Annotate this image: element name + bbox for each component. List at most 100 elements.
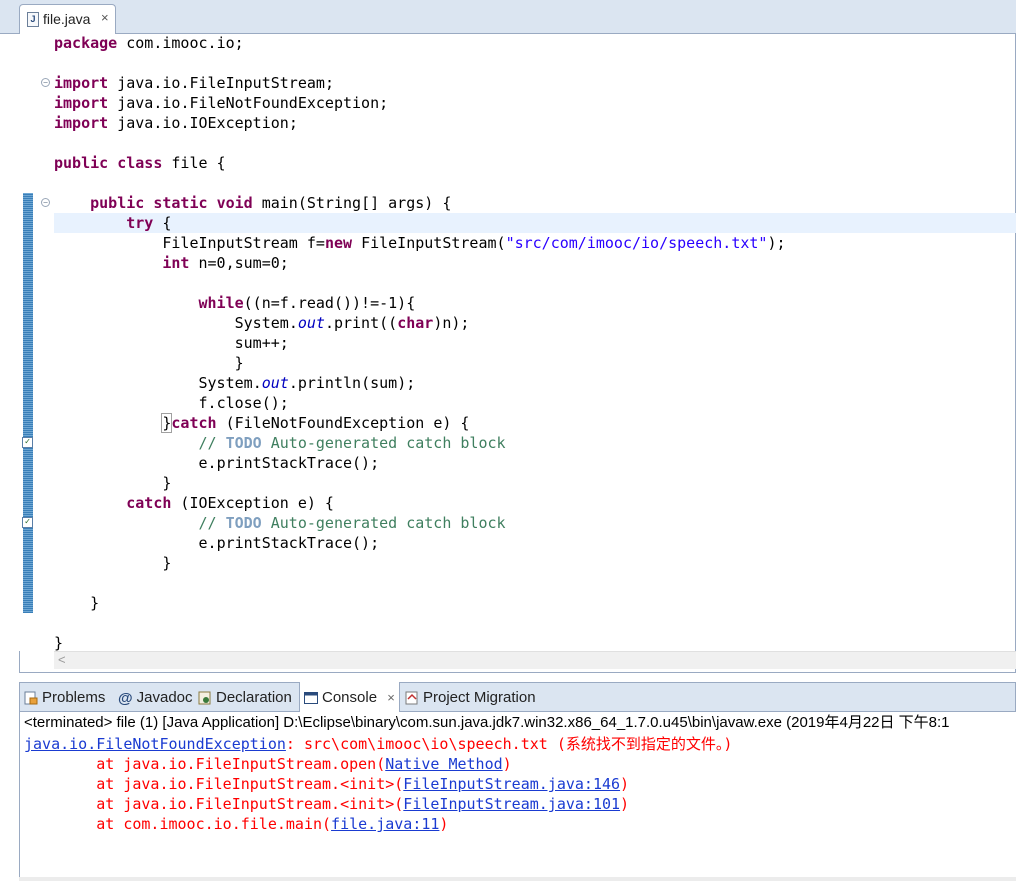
task-marker-icon[interactable]: ✓ [22, 517, 33, 528]
fold-column [36, 34, 50, 651]
tab-declaration[interactable]: Declaration [198, 683, 292, 712]
code-text: [] [361, 194, 389, 212]
console-output[interactable]: java.io.FileNotFoundException: src\com\i… [24, 734, 732, 834]
stack-line: at java.io.FileInputStream.open(Native M… [24, 755, 511, 773]
code-text: ; [324, 74, 334, 92]
code-keyword: public [90, 194, 145, 212]
code-text: } [54, 554, 172, 572]
code-line: }catch (FileNotFoundException e) { [54, 413, 469, 433]
code-text: . [207, 34, 217, 52]
code-text: . [288, 314, 298, 332]
code-text: = [315, 234, 325, 252]
code-line: e.printStackTrace(); [54, 454, 380, 472]
horizontal-scrollbar[interactable]: < [54, 651, 1016, 669]
code-text: ( [216, 414, 235, 432]
code-text: printStackTrace [216, 454, 353, 472]
code-text: = [270, 294, 280, 312]
code-text: java [117, 74, 154, 92]
tab-label: Javadoc [136, 689, 193, 706]
editor-tab-bar: J file.java × [0, 0, 1016, 34]
tab-project-migration[interactable]: Project Migration [405, 683, 536, 712]
tab-label: Project Migration [423, 689, 536, 706]
stack-link[interactable]: file.java:11 [331, 815, 439, 833]
tab-problems[interactable]: Problems [24, 683, 105, 712]
code-keyword: char [397, 314, 434, 332]
code-text: n [198, 254, 208, 272]
stack-line: at com.imooc.io.file.main(file.java:11) [24, 815, 448, 833]
stack-text: at java.io.FileInputStream.<init>( [24, 795, 404, 813]
code-text: n [261, 294, 271, 312]
editor-border [19, 672, 1016, 673]
code-text: io [162, 74, 181, 92]
tab-console[interactable]: Console × [299, 682, 400, 713]
change-marker-bar [23, 193, 33, 613]
stack-text: at com.imooc.io.file.main( [24, 815, 332, 833]
editor-tab-label: file.java [43, 11, 91, 27]
code-text: . [207, 394, 217, 412]
source-code[interactable]: package com.imooc.io; import java.io.Fil… [54, 33, 786, 653]
scroll-left-icon[interactable]: < [58, 652, 66, 667]
code-line: catch (IOException e) { [54, 494, 334, 512]
task-marker-icon[interactable]: ✓ [22, 437, 33, 448]
code-text: String [306, 194, 362, 212]
console-icon [304, 691, 318, 704]
code-text: . [288, 294, 298, 312]
stack-link[interactable]: FileInputStream.java:101 [403, 795, 620, 813]
exception-link[interactable]: java.io.FileNotFoundException [24, 735, 286, 753]
code-text: ) { [306, 494, 334, 512]
close-icon[interactable]: × [387, 690, 395, 705]
code-keyword: static [153, 194, 208, 212]
exception-message: : src\com\imooc\io\speech.txt (系统找不到指定的文… [285, 735, 733, 753]
code-line: public class file { [54, 154, 226, 172]
code-line: } [54, 474, 171, 492]
code-keyword: try [126, 214, 154, 232]
stack-link[interactable]: Native Method [385, 755, 502, 773]
stack-link[interactable]: FileInputStream.java:146 [403, 775, 620, 793]
fold-toggle-icon[interactable]: − [41, 78, 50, 87]
code-line: } [54, 634, 63, 652]
code-text: java [117, 94, 154, 112]
code-line: import java.io.IOException; [54, 114, 298, 132]
fold-toggle-icon[interactable]: − [41, 198, 50, 207]
code-line: int n=0,sum=0; [54, 254, 288, 272]
console-process-header: <terminated> file (1) [Java Application]… [24, 714, 950, 731]
code-text: println [297, 374, 362, 392]
code-text: io [162, 114, 181, 132]
stack-text: at java.io.FileInputStream.<init>( [24, 775, 404, 793]
code-text: io [216, 34, 235, 52]
code-text: f [198, 394, 208, 412]
code-text: ) [433, 314, 443, 332]
code-text: sum [370, 374, 398, 392]
code-keyword: public [54, 154, 109, 172]
code-comment: Auto-generated catch block [261, 514, 506, 532]
close-icon[interactable]: × [101, 10, 109, 25]
code-text: com [126, 34, 154, 52]
code-line: System.out.println(sum); [54, 374, 416, 392]
code-text: . [207, 454, 217, 472]
stack-text: ) [620, 795, 630, 813]
code-text: . [252, 374, 262, 392]
code-text: (( [243, 294, 262, 312]
code-text: file [171, 154, 208, 172]
editor-tab-file-java[interactable]: J file.java × [19, 4, 116, 34]
code-text: sum [234, 254, 262, 272]
code-text: ++; [261, 334, 289, 352]
code-text: sum [234, 334, 262, 352]
tab-label: Declaration [216, 689, 292, 706]
tab-javadoc[interactable]: @ Javadoc [118, 683, 193, 712]
code-line: import java.io.FileInputStream; [54, 74, 334, 92]
code-keyword: catch [171, 414, 217, 432]
at-icon: @ [118, 689, 133, 707]
code-text: FileInputStream [189, 74, 325, 92]
